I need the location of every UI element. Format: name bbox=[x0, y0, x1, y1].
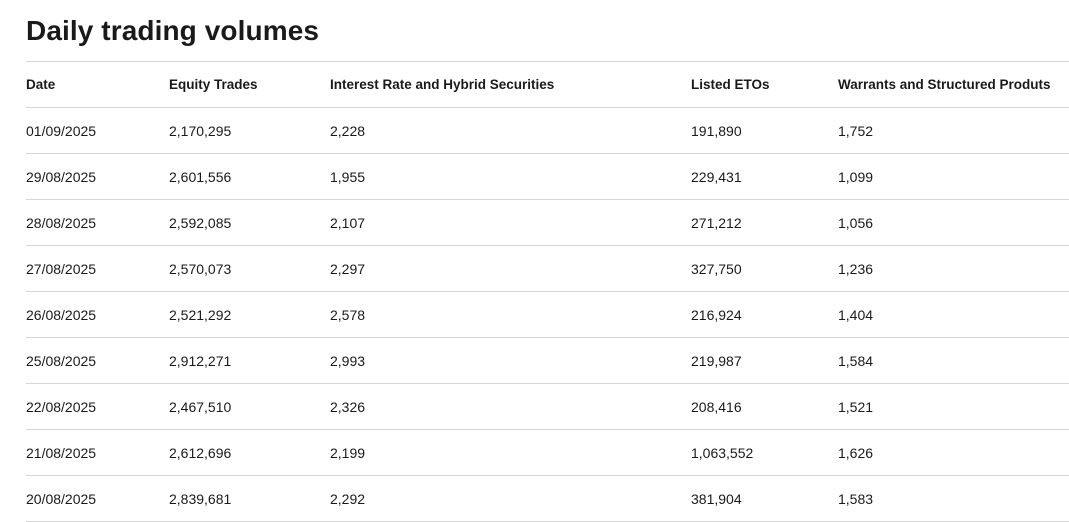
cell-warrants: 1,056 bbox=[838, 199, 1069, 246]
table-row: 26/08/2025 2,521,292 2,578 216,924 1,404 bbox=[26, 291, 1069, 338]
cell-warrants: 1,584 bbox=[838, 337, 1069, 384]
cell-equity-trades: 2,839,681 bbox=[169, 475, 330, 522]
cell-interest-rate: 2,107 bbox=[330, 199, 691, 246]
page-title: Daily trading volumes bbox=[26, 15, 320, 46]
table-row: 27/08/2025 2,570,073 2,297 327,750 1,236 bbox=[26, 245, 1069, 292]
cell-interest-rate: 1,955 bbox=[330, 153, 691, 200]
cell-equity-trades: 2,570,073 bbox=[169, 245, 330, 292]
cell-interest-rate: 2,292 bbox=[330, 475, 691, 522]
cell-listed-etos: 1,063,552 bbox=[691, 429, 838, 476]
table-row: 20/08/2025 2,839,681 2,292 381,904 1,583 bbox=[26, 475, 1069, 522]
column-header-warrants: Warrants and Structured Produts bbox=[838, 61, 1069, 108]
cell-warrants: 1,404 bbox=[838, 291, 1069, 338]
cell-warrants: 1,099 bbox=[838, 153, 1069, 200]
cell-equity-trades: 2,170,295 bbox=[169, 107, 330, 154]
cell-date: 25/08/2025 bbox=[26, 337, 169, 384]
cell-date: 26/08/2025 bbox=[26, 291, 169, 338]
cell-date: 29/08/2025 bbox=[26, 153, 169, 200]
cell-date: 28/08/2025 bbox=[26, 199, 169, 246]
cell-warrants: 1,236 bbox=[838, 245, 1069, 292]
table-row: 29/08/2025 2,601,556 1,955 229,431 1,099 bbox=[26, 153, 1069, 200]
cell-date: 01/09/2025 bbox=[26, 107, 169, 154]
cell-listed-etos: 208,416 bbox=[691, 383, 838, 430]
cell-interest-rate: 2,297 bbox=[330, 245, 691, 292]
cell-date: 21/08/2025 bbox=[26, 429, 169, 476]
table-row: 28/08/2025 2,592,085 2,107 271,212 1,056 bbox=[26, 199, 1069, 246]
cell-listed-etos: 229,431 bbox=[691, 153, 838, 200]
cell-interest-rate: 2,578 bbox=[330, 291, 691, 338]
cell-equity-trades: 2,612,696 bbox=[169, 429, 330, 476]
cell-warrants: 1,752 bbox=[838, 107, 1069, 154]
cell-equity-trades: 2,601,556 bbox=[169, 153, 330, 200]
cell-date: 20/08/2025 bbox=[26, 475, 169, 522]
cell-warrants: 1,626 bbox=[838, 429, 1069, 476]
cell-interest-rate: 2,326 bbox=[330, 383, 691, 430]
column-header-interest-rate: Interest Rate and Hybrid Securities bbox=[330, 61, 691, 108]
cell-equity-trades: 2,521,292 bbox=[169, 291, 330, 338]
table-header-row: Date Equity Trades Interest Rate and Hyb… bbox=[26, 61, 1069, 108]
cell-listed-etos: 271,212 bbox=[691, 199, 838, 246]
cell-interest-rate: 2,993 bbox=[330, 337, 691, 384]
table-row: 21/08/2025 2,612,696 2,199 1,063,552 1,6… bbox=[26, 429, 1069, 476]
table-row: 25/08/2025 2,912,271 2,993 219,987 1,584 bbox=[26, 337, 1069, 384]
cell-listed-etos: 219,987 bbox=[691, 337, 838, 384]
trading-volumes-table-container: Date Equity Trades Interest Rate and Hyb… bbox=[26, 61, 1069, 522]
column-header-date: Date bbox=[26, 61, 169, 108]
column-header-equity-trades: Equity Trades bbox=[169, 61, 330, 108]
cell-date: 27/08/2025 bbox=[26, 245, 169, 292]
cell-interest-rate: 2,228 bbox=[330, 107, 691, 154]
cell-equity-trades: 2,467,510 bbox=[169, 383, 330, 430]
table-row: 01/09/2025 2,170,295 2,228 191,890 1,752 bbox=[26, 107, 1069, 154]
table-row: 22/08/2025 2,467,510 2,326 208,416 1,521 bbox=[26, 383, 1069, 430]
cell-listed-etos: 216,924 bbox=[691, 291, 838, 338]
cell-equity-trades: 2,912,271 bbox=[169, 337, 330, 384]
cell-equity-trades: 2,592,085 bbox=[169, 199, 330, 246]
cell-date: 22/08/2025 bbox=[26, 383, 169, 430]
cell-listed-etos: 327,750 bbox=[691, 245, 838, 292]
cell-listed-etos: 191,890 bbox=[691, 107, 838, 154]
cell-warrants: 1,583 bbox=[838, 475, 1069, 522]
cell-interest-rate: 2,199 bbox=[330, 429, 691, 476]
trading-volumes-table: Date Equity Trades Interest Rate and Hyb… bbox=[26, 61, 1069, 522]
cell-listed-etos: 381,904 bbox=[691, 475, 838, 522]
cell-warrants: 1,521 bbox=[838, 383, 1069, 430]
column-header-listed-etos: Listed ETOs bbox=[691, 61, 838, 108]
